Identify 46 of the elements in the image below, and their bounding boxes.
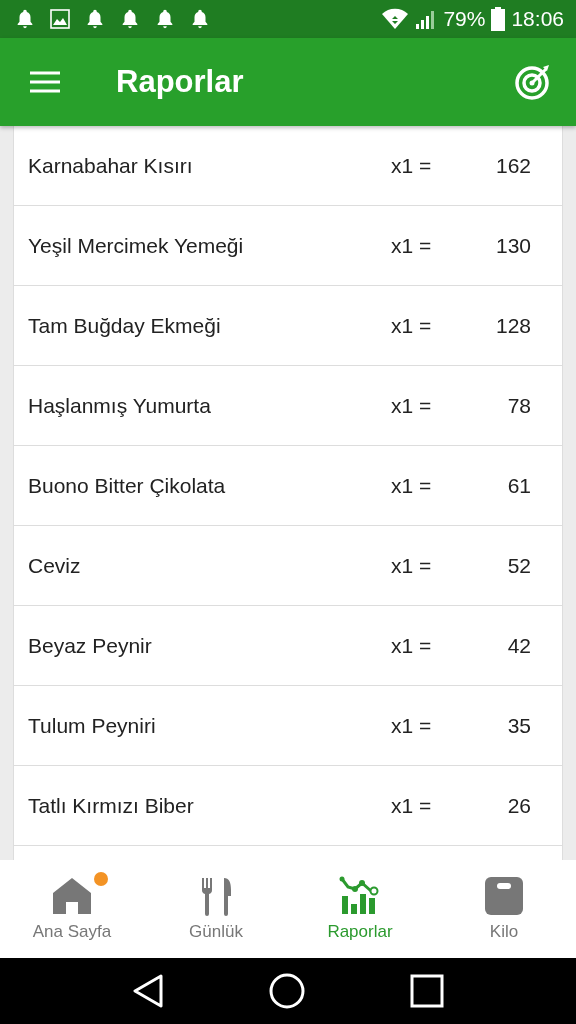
target-button[interactable]	[514, 63, 552, 101]
food-name: Beyaz Peynir	[28, 633, 153, 658]
menu-button[interactable]	[30, 71, 60, 93]
recents-button[interactable]	[409, 974, 444, 1008]
food-name: Tatlı Kırmızı Biber	[28, 793, 195, 818]
nav-tab[interactable]: Günlük	[144, 860, 288, 958]
calorie-value: 42	[506, 633, 531, 658]
calorie-value: 78	[506, 393, 531, 418]
wifi-icon	[381, 8, 410, 30]
calorie-value: 162	[494, 153, 531, 178]
multiplier: x1 =	[391, 793, 433, 818]
food-name: Ceviz	[28, 553, 82, 578]
clock-time: 18:06	[511, 7, 564, 31]
food-name: Tam Buğday Ekmeği	[28, 313, 222, 338]
food-name: Karnabahar Kısırı	[28, 153, 194, 178]
calorie-value: 52	[506, 553, 531, 578]
back-button[interactable]	[132, 974, 165, 1008]
calorie-value: 35	[506, 713, 531, 738]
multiplier: x1 =	[391, 553, 433, 578]
fork-knife-icon	[200, 876, 232, 916]
calorie-value: 26	[506, 793, 531, 818]
scale-icon	[484, 876, 524, 916]
calorie-value: 130	[494, 233, 531, 258]
multiplier: x1 =	[391, 713, 433, 738]
battery-percent: 79%	[443, 7, 486, 31]
multiplier: x1 =	[391, 633, 433, 658]
home-button[interactable]	[269, 973, 305, 1009]
nav-tab[interactable]: Ana Sayfa	[0, 860, 144, 958]
nav-tab[interactable]: Kilo	[432, 860, 576, 958]
calorie-value: 61	[506, 473, 531, 498]
image-icon	[49, 8, 71, 30]
multiplier: x1 =	[391, 313, 433, 338]
calorie-value: 128	[494, 313, 531, 338]
chart-trend-icon	[339, 876, 381, 916]
house-icon	[51, 876, 93, 916]
food-name: Yeşil Mercimek Yemeği	[28, 233, 245, 258]
multiplier: x1 =	[391, 153, 433, 178]
page-title: Raporlar	[116, 64, 244, 100]
nav-tab[interactable]: Raporlar	[288, 860, 432, 958]
battery-icon	[491, 7, 506, 31]
food-name: Buono Bitter Çikolata	[28, 473, 227, 498]
food-name: Tulum Peyniri	[28, 713, 157, 738]
multiplier: x1 =	[391, 473, 433, 498]
multiplier: x1 =	[391, 233, 433, 258]
multiplier: x1 =	[391, 393, 433, 418]
food-name: Haşlanmış Yumurta	[28, 393, 212, 418]
